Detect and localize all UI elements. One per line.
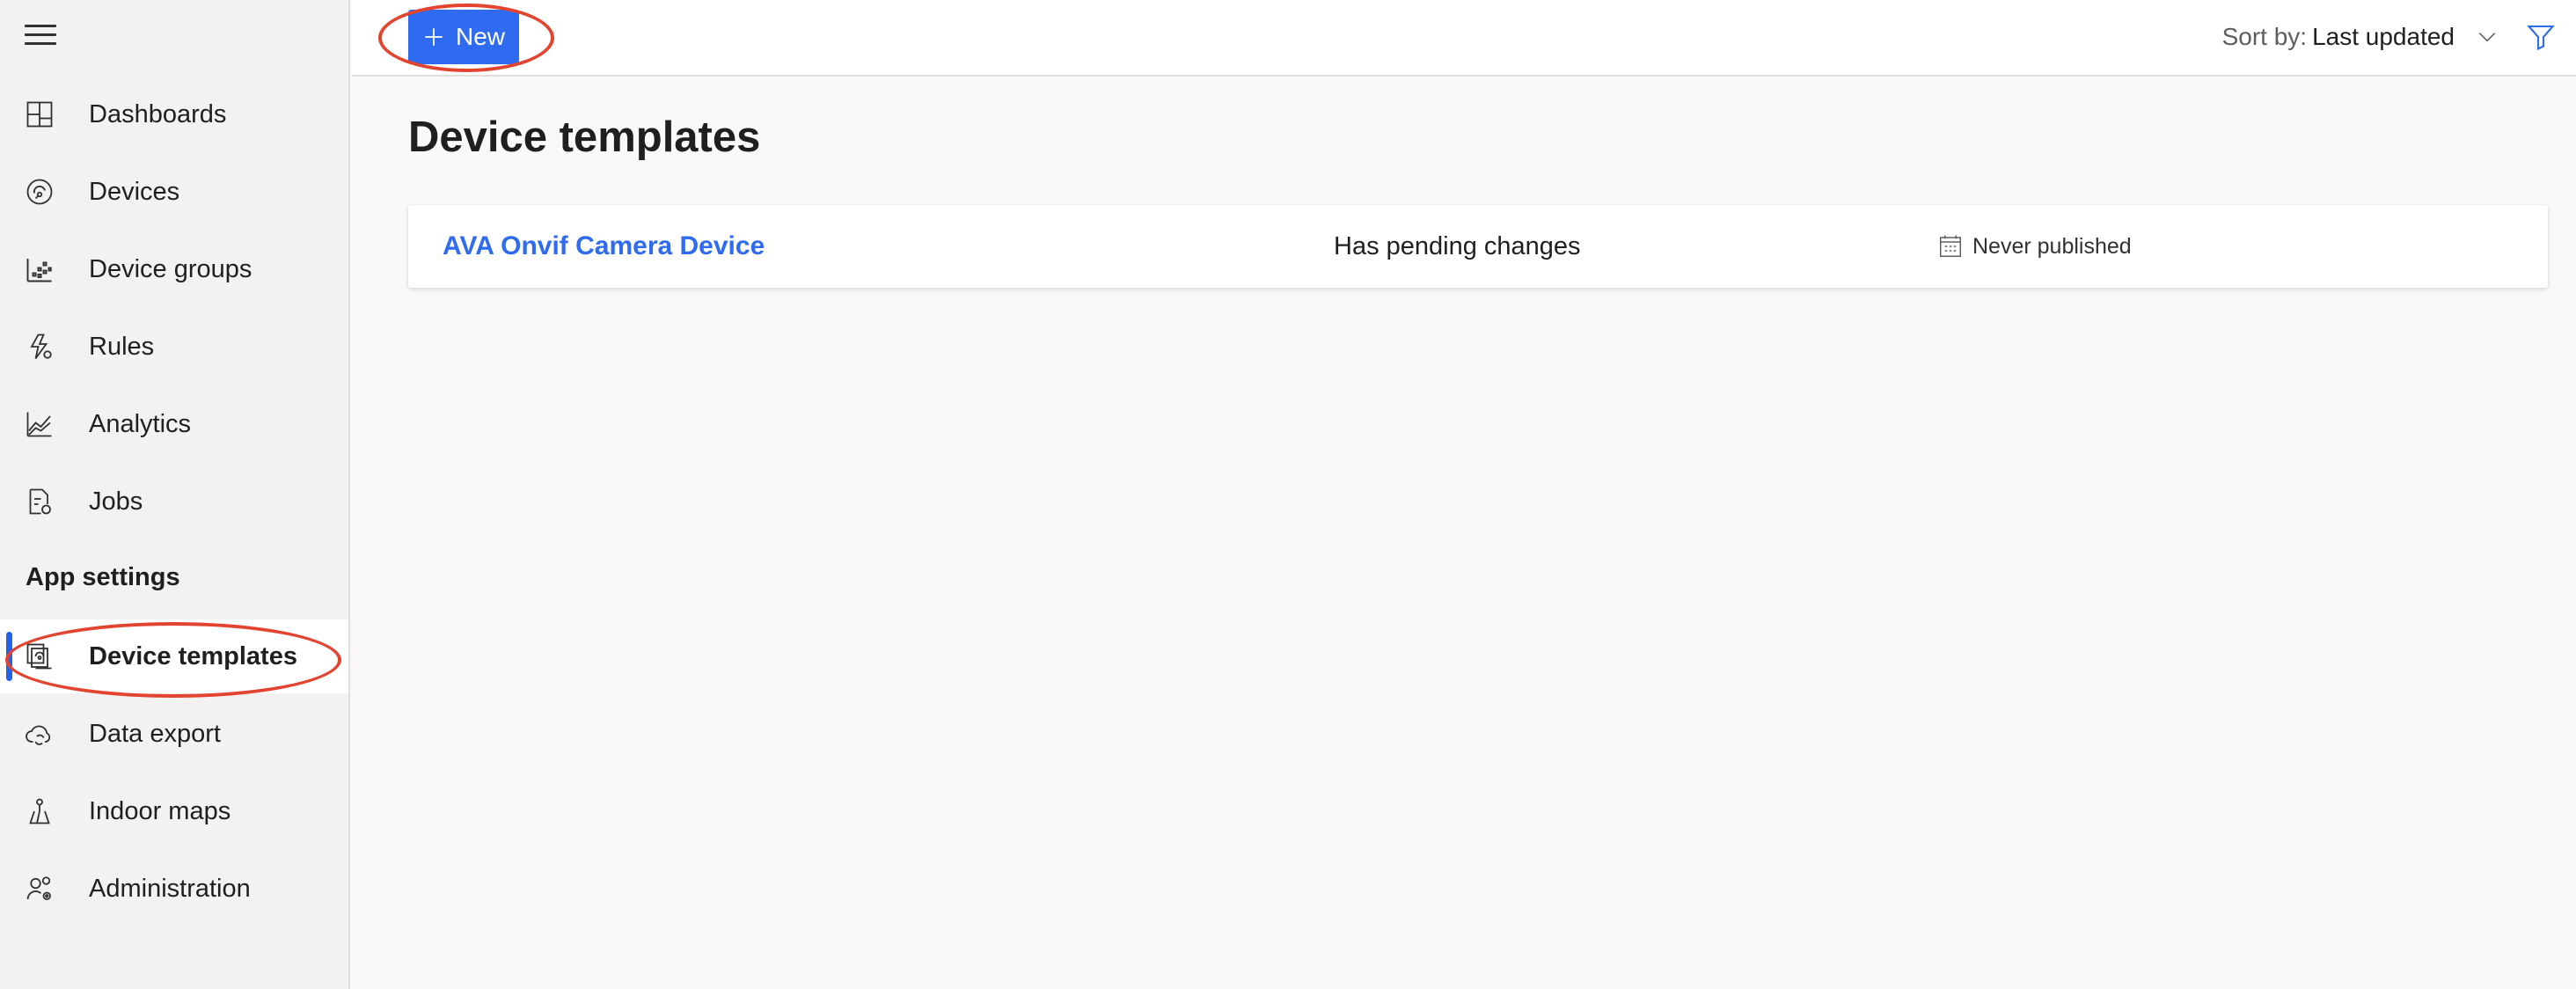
dashboard-icon — [24, 99, 55, 130]
sidebar-item-rules[interactable]: Rules — [0, 310, 348, 384]
sidebar-item-device-groups[interactable]: Device groups — [0, 232, 348, 306]
template-row[interactable]: AVA Onvif Camera Device Has pending chan… — [408, 205, 2548, 288]
template-status: Has pending changes — [1334, 232, 1581, 260]
new-button[interactable]: New — [408, 10, 519, 64]
sidebar-item-data-export[interactable]: Data export — [0, 697, 348, 771]
template-name-link[interactable]: AVA Onvif Camera Device — [443, 205, 765, 288]
sort-value: Last updated — [2312, 23, 2455, 50]
filter-button[interactable] — [2525, 21, 2560, 53]
sidebar: Dashboards Devices Device groups Rules A — [0, 0, 350, 989]
sidebar-item-label: Data export — [89, 720, 221, 748]
sidebar-item-devices[interactable]: Devices — [0, 155, 348, 229]
template-published: Never published — [1937, 205, 2132, 288]
sort-prefix: Sort by: — [2221, 23, 2308, 50]
indoor-maps-icon — [24, 795, 55, 827]
sidebar-item-dashboards[interactable]: Dashboards — [0, 77, 348, 151]
analytics-icon — [24, 408, 55, 440]
rules-icon — [24, 331, 55, 363]
sidebar-item-indoor-maps[interactable]: Indoor maps — [0, 774, 348, 848]
sidebar-item-administration[interactable]: Administration — [0, 852, 348, 926]
new-button-label: New — [455, 23, 505, 50]
sidebar-item-label: Device groups — [89, 255, 252, 283]
sidebar-item-device-templates[interactable]: Device templates — [0, 619, 348, 693]
sidebar-item-label: Dashboards — [89, 100, 227, 128]
selection-indicator — [6, 632, 12, 681]
filter-icon — [2527, 25, 2555, 51]
sidebar-item-label: Devices — [89, 178, 180, 206]
command-bar: New Sort by: Last updated — [352, 0, 2576, 77]
data-export-icon — [24, 718, 55, 750]
plus-icon — [425, 28, 443, 46]
chevron-down-icon — [2478, 33, 2496, 42]
template-published-text: Never published — [1972, 233, 2132, 259]
administration-icon — [24, 873, 55, 905]
sidebar-item-label: Device templates — [89, 642, 297, 670]
devices-icon — [24, 176, 55, 208]
device-groups-icon — [24, 253, 55, 285]
sidebar-item-label: Indoor maps — [89, 797, 231, 825]
sidebar-item-label: Jobs — [89, 487, 143, 516]
sidebar-item-label: Administration — [89, 875, 251, 903]
sidebar-item-label: Rules — [89, 333, 155, 361]
calendar-icon — [1940, 235, 1961, 257]
page-title: Device templates — [408, 114, 761, 161]
app-settings-heading: App settings — [26, 563, 180, 591]
sort-dropdown[interactable]: Sort by: Last updated — [2222, 0, 2499, 74]
app-root: Dashboards Devices Device groups Rules A — [0, 0, 2576, 989]
hamburger-menu-icon[interactable] — [25, 25, 56, 49]
jobs-icon — [24, 486, 55, 517]
sidebar-item-jobs[interactable]: Jobs — [0, 465, 348, 538]
sidebar-item-label: Analytics — [89, 410, 192, 438]
sidebar-item-analytics[interactable]: Analytics — [0, 387, 348, 461]
device-templates-icon — [24, 641, 55, 672]
